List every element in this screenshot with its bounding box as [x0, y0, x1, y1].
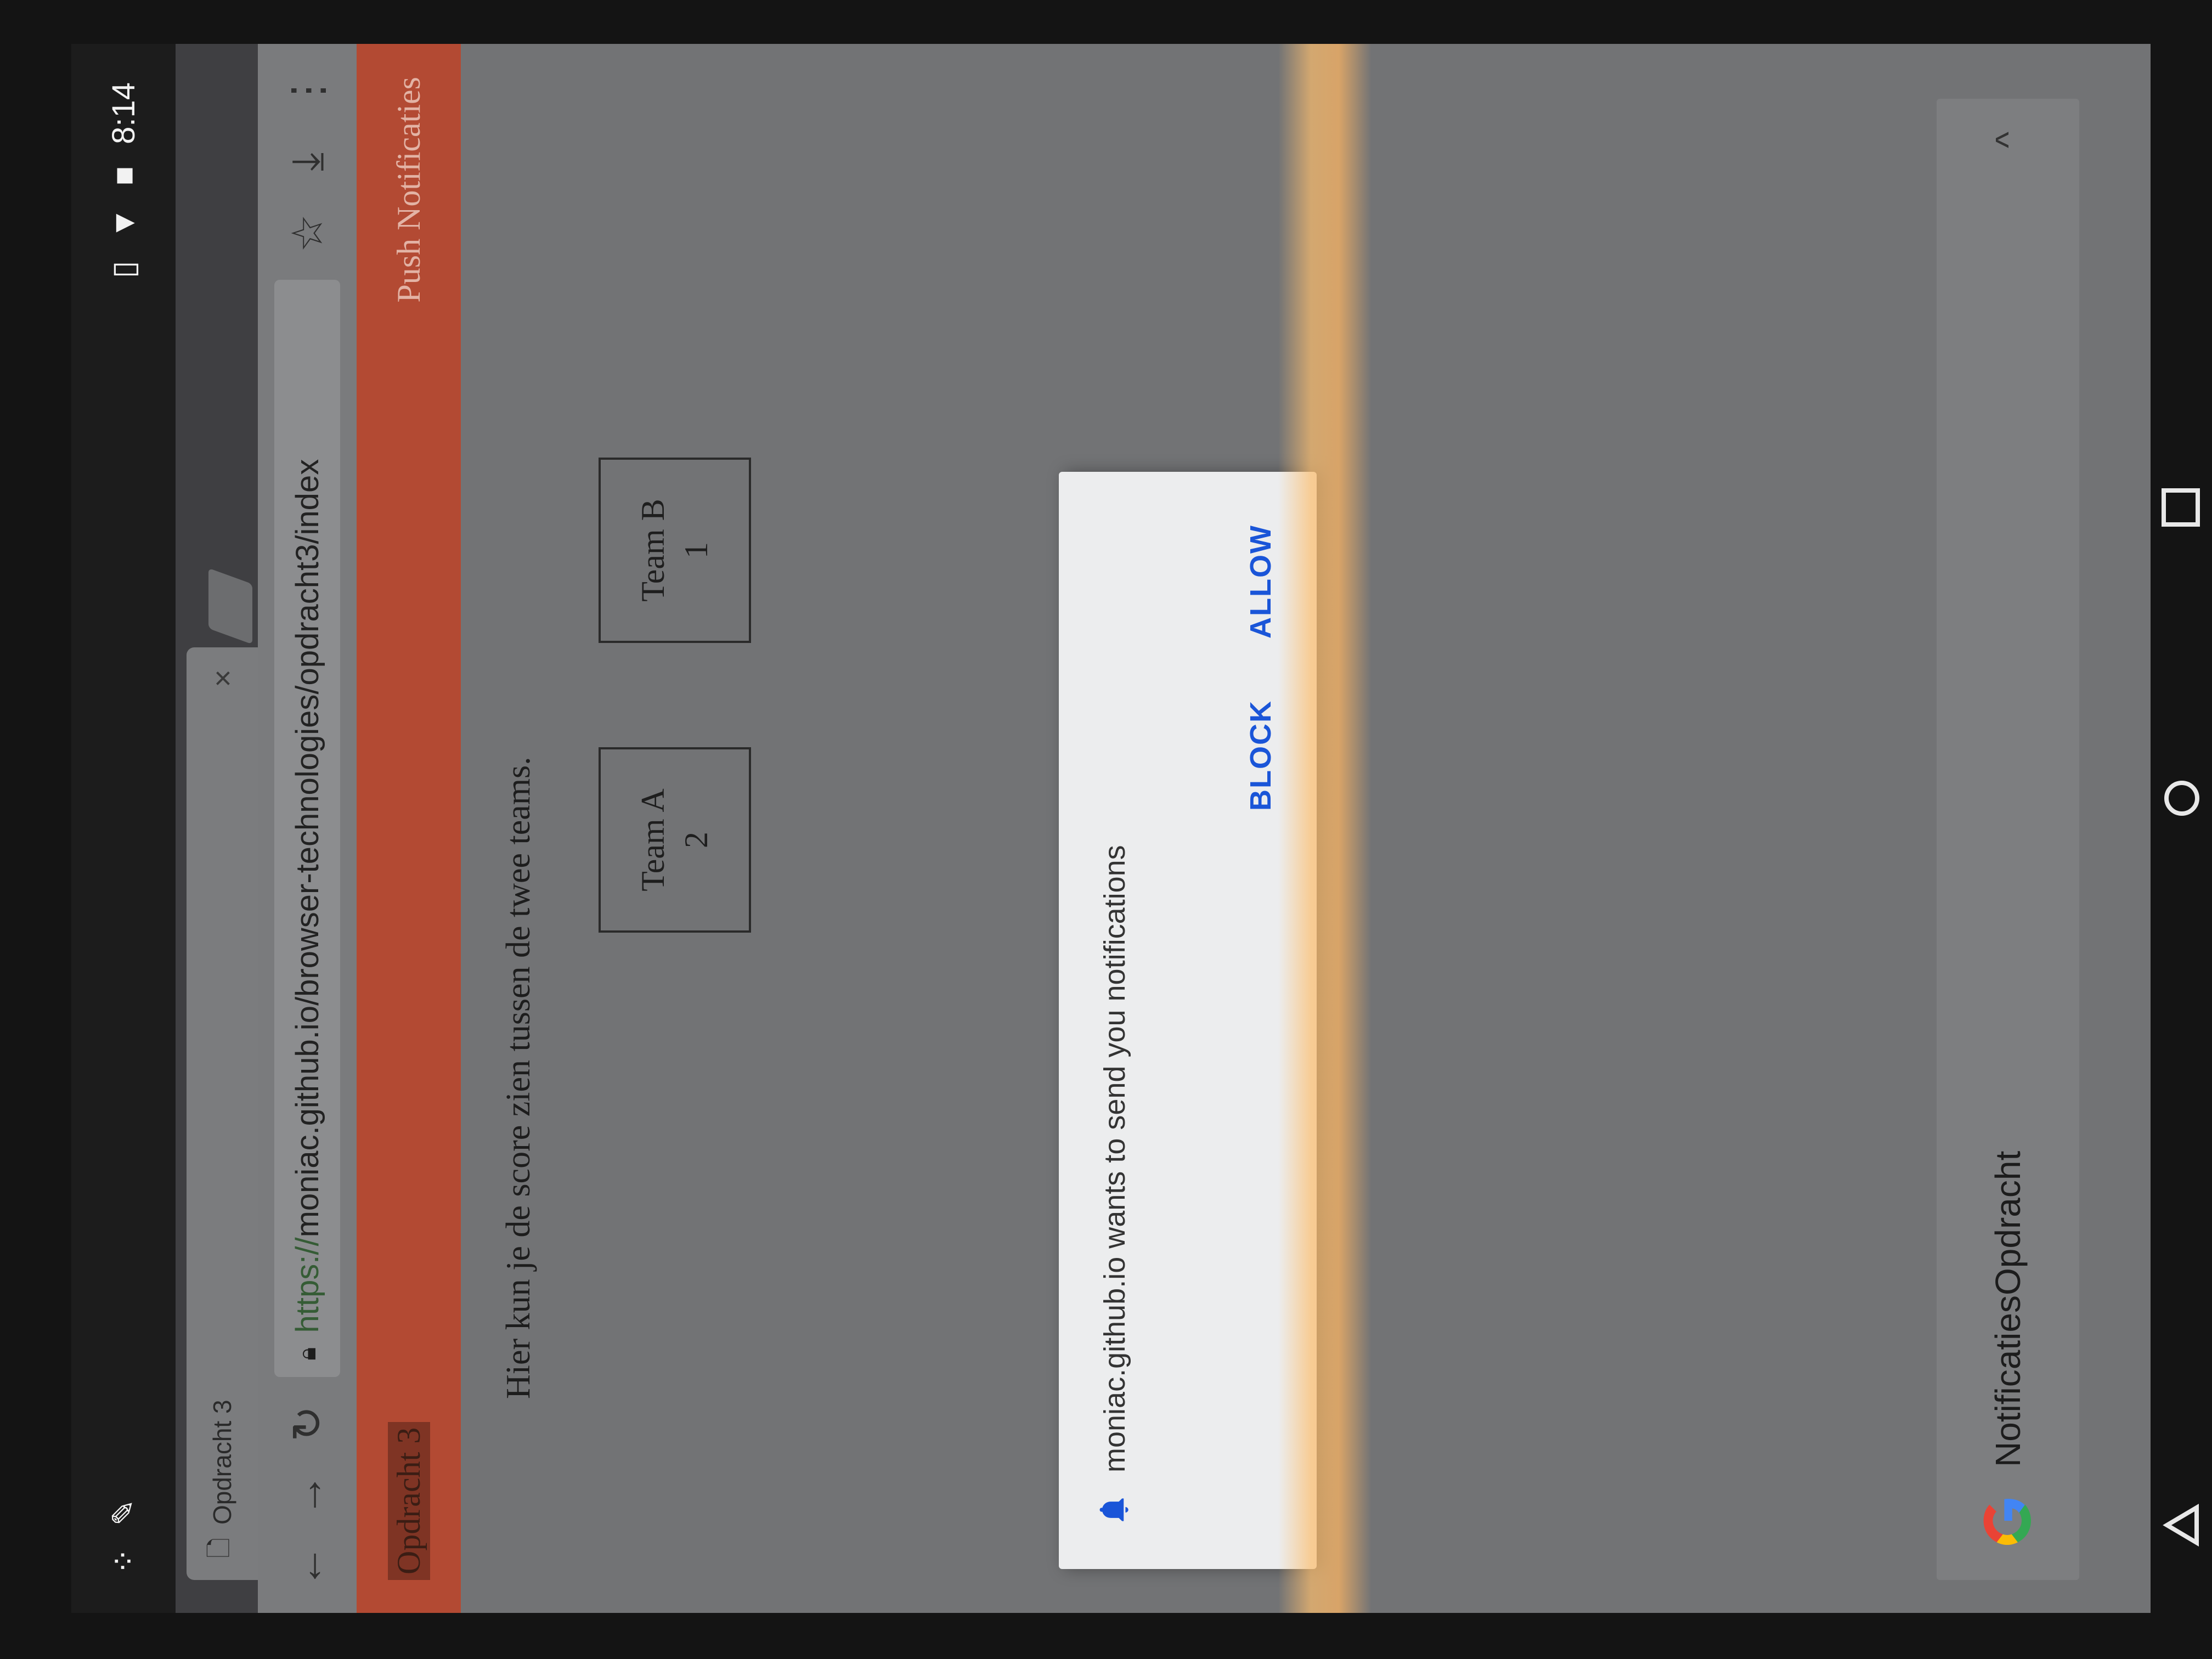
team-score: 2: [678, 832, 714, 848]
notification-permission-dialog: moniac.github.io wants to send you notif…: [1059, 472, 1317, 1569]
reload-icon[interactable]: ↻: [283, 1399, 332, 1448]
team-name: Team B: [635, 499, 671, 602]
suggestion-bar[interactable]: NotificatiesOpdracht ^: [1937, 99, 2079, 1580]
forward-icon[interactable]: →: [283, 1470, 332, 1520]
tab-strip: 🗋 Opdracht 3 ×: [176, 44, 258, 1613]
vibrate-icon: ▯: [106, 261, 142, 279]
home-nav-icon[interactable]: [2163, 779, 2201, 817]
allow-button[interactable]: ALLOW: [1243, 521, 1278, 642]
intro-text: Hier kun je de score zien tussen de twee…: [500, 757, 537, 1399]
url-text: https://moniac.github.io/browser-technol…: [289, 459, 325, 1333]
back-nav-icon[interactable]: [2163, 1503, 2201, 1547]
menu-icon[interactable]: ⋮: [283, 66, 332, 115]
page-title: Opdracht 3: [387, 1421, 430, 1580]
bell-icon: [1099, 1498, 1128, 1521]
download-icon[interactable]: ⤓: [282, 137, 332, 187]
notification-icon: ✎: [106, 1499, 142, 1526]
page-icon: 🗋: [205, 1538, 233, 1558]
google-icon: [1983, 1499, 2031, 1545]
star-icon[interactable]: ☆: [283, 208, 332, 258]
status-bar: ⁘ ✎ ▯ ▼ ■ 8:14: [71, 44, 176, 1613]
back-icon[interactable]: ←: [283, 1542, 332, 1591]
address-bar[interactable]: 🔒︎ https://moniac.github.io/browser-tech…: [274, 280, 340, 1377]
chevron-up-icon[interactable]: ^: [1988, 132, 2028, 148]
team-score: 1: [678, 542, 714, 558]
status-time: 8:14: [105, 82, 142, 144]
browser-window: ⁘ ✎ ▯ ▼ ■ 8:14 🗋 Opdracht 3 × ← → ↻ 🔒︎ h…: [71, 44, 2156, 1613]
lock-icon: 🔒︎: [292, 1347, 321, 1361]
tablet-screen: ⁘ ✎ ▯ ▼ ■ 8:14 🗋 Opdracht 3 × ← → ↻ 🔒︎ h…: [0, 0, 2212, 1659]
tab-opdracht[interactable]: 🗋 Opdracht 3 ×: [187, 647, 258, 1580]
permission-message: moniac.github.io wants to send you notif…: [1098, 845, 1131, 1472]
block-button[interactable]: BLOCK: [1243, 697, 1278, 814]
recents-nav-icon[interactable]: [2162, 488, 2200, 527]
suggestion-text: NotificatiesOpdracht: [1988, 1150, 2028, 1467]
new-tab-button[interactable]: [208, 568, 252, 645]
battery-icon: ■: [105, 166, 142, 185]
android-nav-bar: [2151, 0, 2212, 1659]
team-b-score: Team B 1: [599, 458, 751, 643]
close-tab-icon[interactable]: ×: [205, 669, 240, 687]
score-board: Team A 2 Team B 1: [599, 44, 751, 933]
team-name: Team A: [635, 788, 671, 891]
tab-title: Opdracht 3: [208, 1400, 236, 1525]
page-header: Opdracht 3 Push Notificaties: [357, 44, 461, 1613]
wifi-icon: ▼: [105, 207, 142, 239]
assistant-icon: ⁘: [106, 1548, 142, 1575]
push-notifications-link[interactable]: Push Notificaties: [390, 77, 428, 303]
team-a-score: Team A 2: [599, 747, 751, 933]
browser-toolbar: ← → ↻ 🔒︎ https://moniac.github.io/browse…: [258, 44, 357, 1613]
